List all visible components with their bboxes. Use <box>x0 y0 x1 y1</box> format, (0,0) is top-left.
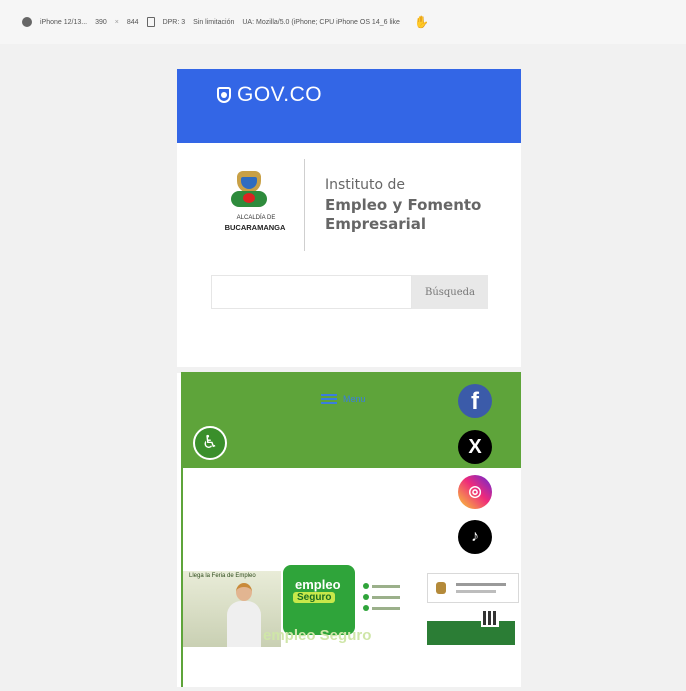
qr-code-icon <box>481 609 499 627</box>
touch-icon[interactable]: ✋ <box>414 15 429 29</box>
width-field[interactable]: 390 <box>95 19 107 26</box>
banner-logo-line1: empleo <box>295 577 341 592</box>
dimension-separator: × <box>114 18 119 26</box>
banner-logo-line2: Seguro <box>293 592 336 603</box>
rotate-icon[interactable] <box>146 17 155 27</box>
institute-name-line1: Instituto de <box>325 177 406 193</box>
mobile-viewport: GOV.CO ALCALDÍA DE BUCARAMANGA Instituto… <box>177 69 521 687</box>
gov-shield-icon <box>217 87 231 103</box>
accessibility-icon[interactable]: ♿ <box>193 426 227 460</box>
gov-co-logo[interactable]: GOV.CO <box>217 83 322 107</box>
banner-footer-strip <box>427 621 515 645</box>
device-select[interactable]: iPhone 12/13... <box>40 19 87 26</box>
x-twitter-icon[interactable]: X <box>458 430 492 464</box>
height-field[interactable]: 844 <box>127 19 139 26</box>
gov-co-text: GOV.CO <box>237 83 323 106</box>
gov-header: GOV.CO <box>177 69 521 143</box>
institute-name-line2: Empleo y Fomento <box>325 196 482 214</box>
devtools-toolbar: iPhone 12/13... 390 × 844 DPR: 3 Sin lim… <box>0 0 686 44</box>
banner-info-list <box>363 583 413 616</box>
settings-icon[interactable] <box>22 17 32 27</box>
ua-field[interactable]: UA: Mozilla/5.0 (iPhone; CPU iPhone OS 1… <box>242 19 400 26</box>
alcaldia-label: ALCALDÍA DE <box>236 215 276 221</box>
search-input[interactable] <box>211 275 412 309</box>
brand-block: ALCALDÍA DE BUCARAMANGA Instituto de Emp… <box>177 157 521 257</box>
facebook-icon[interactable]: f <box>458 384 492 418</box>
banner-watermark: empleo Seguro <box>263 627 372 644</box>
search-form: Búsqueda <box>211 275 488 309</box>
bucaramanga-label: BUCARAMANGA <box>224 223 286 232</box>
brand-divider <box>304 159 305 251</box>
search-button[interactable]: Búsqueda <box>412 275 488 309</box>
menu-button[interactable]: Menu <box>321 394 366 404</box>
empleo-seguro-banner[interactable]: Llega la Feria de Empleo empleo Seguro e… <box>183 565 519 649</box>
banner-sponsor-card <box>427 573 519 603</box>
hamburger-icon <box>321 394 337 404</box>
menu-label: Menu <box>343 394 366 404</box>
institute-name-line3: Empresarial <box>325 215 427 233</box>
throttle-select[interactable]: Sin limitación <box>193 19 234 26</box>
person-image <box>227 583 261 647</box>
tiktok-icon[interactable]: ♪ <box>458 520 492 554</box>
instagram-icon[interactable]: ◎ <box>458 475 492 509</box>
banner-kicker: Llega la Feria de Empleo <box>189 573 256 579</box>
dpr-select[interactable]: DPR: 3 <box>163 19 186 26</box>
bucaramanga-crest-icon[interactable] <box>229 171 269 209</box>
